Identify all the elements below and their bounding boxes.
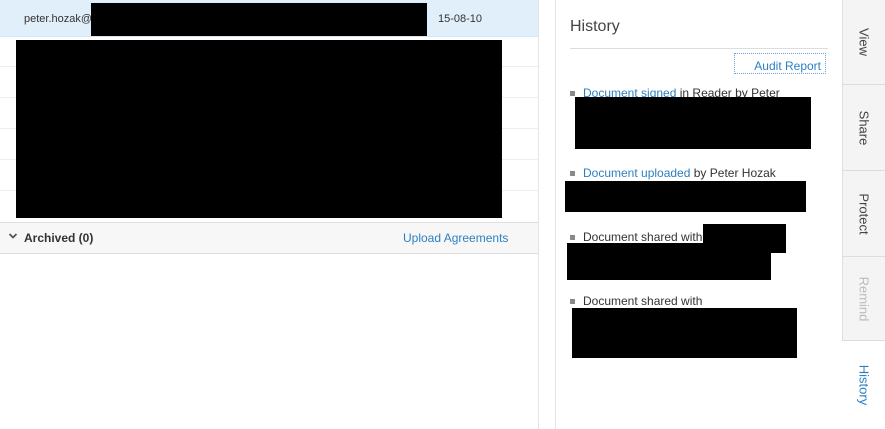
redacted-event-details: [565, 181, 806, 212]
history-panel: History Audit Report Document signed in …: [555, 0, 843, 429]
tab-protect[interactable]: Protect: [842, 171, 885, 257]
redacted-email-block: [91, 3, 427, 36]
title-divider: [570, 48, 828, 49]
bullet-icon: [570, 171, 575, 176]
event-description: Document shared with: [583, 230, 703, 244]
redacted-event-details: [567, 243, 771, 280]
row-date: 15-08-10: [438, 13, 483, 25]
tab-remind[interactable]: Remind: [842, 257, 885, 341]
chevron-down-icon[interactable]: [8, 231, 18, 241]
tab-history[interactable]: History: [842, 341, 885, 429]
tab-label: Share: [856, 110, 872, 145]
event-text: Document uploaded by Peter Hozak: [583, 166, 776, 180]
row-email: peter.hozak@: [24, 13, 93, 25]
bullet-icon: [570, 91, 575, 96]
audit-report-button[interactable]: Audit Report: [734, 53, 826, 74]
archived-section-header[interactable]: Archived (0) Upload Agreements: [0, 222, 538, 254]
tab-label: History: [856, 364, 872, 406]
side-tab-strip: View Share Protect Remind History: [842, 0, 885, 429]
panel-title: History: [570, 18, 620, 35]
bullet-icon: [570, 235, 575, 240]
redacted-event-details: [572, 308, 797, 358]
agreements-list-pane: peter.hozak@ 15-08-10 Archived (0) Uploa…: [0, 0, 539, 429]
tab-label: Protect: [856, 192, 872, 235]
bullet-icon: [570, 299, 575, 304]
event-link-document-uploaded[interactable]: Document uploaded: [583, 166, 690, 180]
tab-view[interactable]: View: [842, 0, 885, 85]
redacted-event-details: [575, 97, 811, 149]
archived-label: Archived (0): [24, 231, 94, 245]
event-description: Document shared with: [583, 294, 703, 308]
redacted-agreements-block: [16, 40, 502, 218]
tab-share[interactable]: Share: [842, 85, 885, 171]
tab-label: Remind: [856, 276, 872, 321]
upload-agreements-link[interactable]: Upload Agreements: [403, 231, 508, 245]
tab-label: View: [856, 28, 872, 56]
event-description: by Peter Hozak: [690, 166, 776, 180]
